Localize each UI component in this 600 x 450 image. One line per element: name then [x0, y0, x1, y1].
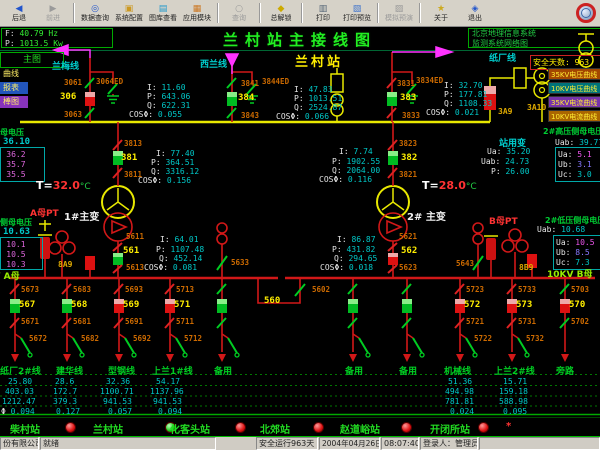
switch-3833-label: 3833: [402, 111, 420, 120]
station-status-light: [478, 422, 489, 433]
breaker-384-label: 384: [238, 93, 254, 103]
feeder-name: 备用: [399, 364, 417, 377]
empty-cell: [479, 437, 600, 450]
switch-3823-label: 3823: [399, 139, 417, 148]
breaker-382-label: 382: [401, 153, 417, 163]
station-item-lancun[interactable]: 兰村站: [93, 421, 123, 436]
login-user-cell: 登录人：管理员: [420, 437, 478, 450]
switch-3821-label: 3821: [399, 170, 417, 179]
ground-3834-label: 3834ED: [416, 76, 443, 85]
transformer2-name: 2# 主变: [407, 208, 446, 223]
report-shortcut-button[interactable]: 报表: [0, 82, 28, 94]
safety-days-cell: 安全运行963天: [256, 437, 318, 450]
hv2-bus-title: 2#高压侧母电压: [543, 126, 600, 137]
station-name-label: 兰村站: [295, 51, 343, 70]
transformer1-temp: T=32.0°C: [36, 179, 91, 192]
lv-bus-voltage-value: 10.63: [3, 227, 30, 237]
curve-35kv-current-button[interactable]: 35KV电流曲线: [548, 96, 600, 108]
bus-tie-560-label: 560: [264, 296, 280, 306]
arrester-b: [486, 238, 496, 260]
feeder-arrows: [11, 354, 569, 362]
switch-3813-label: 3813: [124, 139, 142, 148]
breaker-562-label: 562: [401, 246, 417, 256]
switch-5643-label: 5643: [456, 259, 474, 268]
bar-graph-shortcut-button[interactable]: 棒图: [0, 96, 28, 108]
ground-3064-label: 3064ED: [96, 77, 123, 86]
pt-b-label: B母PT: [489, 214, 518, 227]
transformer2-temp: T=28.0°C: [422, 179, 477, 192]
station-item-zhaodaoyu[interactable]: 赵道峪站: [340, 421, 380, 436]
station-bar: 柴村站 兰村站 化客头站 北郊站 赵道峪站 开闭所站 *: [0, 418, 600, 436]
switch-8A9-label: 8A9: [58, 260, 72, 269]
company-cell: 份有限公司: [0, 437, 39, 450]
station-status-light: [401, 422, 412, 433]
bus-b-label: 10KV B母: [547, 267, 592, 280]
station-status-light: [65, 422, 76, 433]
feeder-name: 型钢线: [108, 364, 135, 377]
feeder-name: 上兰2#线: [494, 364, 535, 377]
feeder-name: 机械线: [444, 364, 471, 377]
curve-10kv-current-button[interactable]: 10KV电流曲线: [548, 110, 600, 122]
bus-a-label: 10KV A母: [0, 269, 20, 282]
feeder-xilan-name: 西兰线: [200, 57, 227, 70]
feeder-name: 纸厂2#线: [0, 364, 41, 377]
station-item-huaketou[interactable]: 化客头站: [170, 421, 210, 436]
switch-3A9-label: 3A9: [498, 107, 512, 116]
feeder-name: 备用: [214, 364, 232, 377]
feeder-name: 备用: [345, 364, 363, 377]
transformer1-name: 1#主变: [64, 208, 99, 223]
switch-5633-label: 5633: [231, 258, 249, 267]
hv-bus-voltage-value: 36.10: [3, 137, 30, 147]
station-item-beijiao[interactable]: 北郊站: [260, 421, 290, 436]
ground-3844-label: 3844ED: [262, 77, 289, 86]
curve-shortcut-button[interactable]: 曲线: [0, 68, 28, 80]
station-item-chaicun[interactable]: 柴村站: [10, 421, 40, 436]
asterisk-indicator: *: [506, 421, 511, 432]
pt-a-label: A母PT: [30, 206, 59, 219]
breaker-383-label: 383: [400, 93, 416, 103]
feeder-name: 旁路: [556, 364, 574, 377]
switch-3843-label: 3843: [241, 111, 259, 120]
curve-10kv-voltage-button[interactable]: 10KV电压曲线: [548, 82, 600, 94]
time-cell: 08:07:40: [381, 437, 419, 450]
switch-3A10-label: 3A10: [527, 103, 546, 112]
switch-5602-label: 5602: [312, 285, 330, 294]
station-status-light: [235, 422, 246, 433]
switch-5611-label: 5611: [126, 232, 144, 241]
switch-3841-label: 3841: [241, 79, 259, 88]
switch-3063-label: 3063: [64, 110, 82, 119]
ready-cell: 就绪: [40, 437, 216, 450]
breaker-381-label: 381: [121, 153, 137, 163]
switch-5623-label: 5623: [399, 263, 417, 272]
feeder-zhichang-name: 纸厂线: [489, 51, 516, 64]
feeder-lanmei-name: 兰梅线: [52, 59, 79, 72]
date-cell: 2004年04月26日: [319, 437, 380, 450]
switch-5613-label: 5613: [126, 263, 144, 272]
switch-3831-label: 3831: [397, 79, 415, 88]
curve-35kv-voltage-button[interactable]: 35KV电压曲线: [548, 68, 600, 80]
breaker-306-label: 306: [60, 92, 76, 102]
switch-8B9-label: 8B9: [519, 263, 533, 272]
station-status-light: [313, 422, 324, 433]
station-item-kaibisuo[interactable]: 开闭所站: [430, 421, 470, 436]
switch-5621-label: 5621: [399, 232, 417, 241]
feeder-name: 建华线: [56, 364, 83, 377]
breaker-8A9[interactable]: [85, 256, 95, 270]
breaker-561-label: 561: [123, 246, 139, 256]
feeder-name: 上兰1#线: [152, 364, 193, 377]
switch-3061-label: 3061: [64, 78, 82, 87]
status-bar: 份有限公司 就绪 安全运行963天 2004年04月26日 08:07:40 登…: [0, 437, 600, 450]
